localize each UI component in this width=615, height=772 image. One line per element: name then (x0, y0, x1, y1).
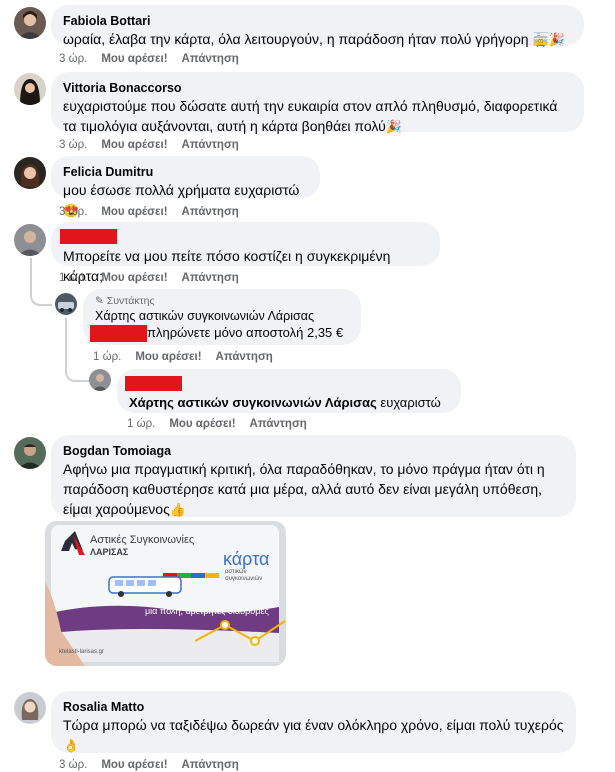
comment-bubble: Μπορείτε να μου πείτε πόσο κοστίζει η συ… (51, 222, 440, 284)
comment-author[interactable]: Rosalia Matto (63, 699, 564, 715)
card-brand: Αστικές Συγκοινωνίες ΛΑΡΙΣΑΣ (90, 534, 194, 558)
thread-connector (65, 318, 89, 382)
comment-emoji: 🚋🎉 (532, 32, 565, 47)
comment-bubble: Vittoria Bonaccorso ευχαριστούμε που δώσ… (51, 72, 584, 134)
reply-button[interactable]: Απάντηση (182, 759, 239, 771)
like-button[interactable]: Μου αρέσει! (135, 351, 201, 363)
like-button[interactable]: Μου αρέσει! (101, 139, 167, 151)
comment-actions: 3 ώρ. Μου αρέσει! Απάντηση (59, 52, 253, 66)
comment-body: ευχαριστούμε που δώσατε αυτή την ευκαιρί… (63, 98, 558, 134)
comment-actions: 3 ώρ. Μου αρέσει! Απάντηση (59, 205, 253, 219)
comment-emoji: 👌 (63, 738, 80, 753)
comment-body: πληρώνετε μόνο αποστολή 2,35 € (147, 325, 344, 340)
redacted-name (125, 376, 182, 391)
card-slogan: μια πόλη, αμέτρητες διαδρομές (145, 606, 269, 616)
comment-text: ευχαριστούμε που δώσατε αυτή την ευκαιρί… (63, 96, 572, 137)
redacted-name (60, 229, 117, 244)
mentioned-page-link[interactable]: Χάρτης αστικών συγκοινωνιών Λάρισας (129, 395, 377, 410)
comment-time[interactable]: 1 ώρ. (59, 272, 87, 284)
comment-time[interactable]: 3 ώρ. (59, 206, 87, 218)
comment-bubble: Χάρτης αστικών συγκοινωνιών Λάρισας ευχα… (117, 369, 461, 413)
card-photo[interactable]: Αστικές Συγκοινωνίες ΛΑΡΙΣΑΣ κάρτα αστικ… (45, 521, 286, 666)
reply-button[interactable]: Απάντηση (216, 351, 273, 363)
comment-time[interactable]: 3 ώρ. (59, 53, 87, 65)
comment-time[interactable]: 1 ώρ. (127, 418, 155, 430)
reply-button[interactable]: Απάντηση (182, 206, 239, 218)
comment-body: Τώρα μπορώ να ταξιδέψω δωρεάν για έναν ο… (63, 717, 564, 733)
card-brand-line2: Συγκοινωνίες (129, 534, 195, 546)
like-button[interactable]: Μου αρέσει! (101, 53, 167, 65)
comment-text: Αφήνω μια πραγματική κριτική, όλα παραδό… (63, 459, 564, 520)
comment-text: πληρώνετε μόνο αποστολή 2,35 € (90, 324, 349, 343)
comment-body: μου έσωσε πολλά χρήματα ευχαριστώ (63, 182, 300, 198)
like-button[interactable]: Μου αρέσει! (169, 418, 235, 430)
comment-author[interactable]: Χάρτης αστικών συγκοινωνιών Λάρισας (95, 308, 349, 324)
avatar[interactable] (55, 293, 77, 315)
comment-body: ευχαριστώ (376, 395, 441, 410)
avatar[interactable] (14, 157, 46, 189)
pencil-icon: ✎ (95, 295, 104, 307)
comment-author[interactable]: Vittoria Bonaccorso (63, 80, 572, 96)
comment-bubble: Rosalia Matto Τώρα μπορώ να ταξιδέψω δωρ… (51, 691, 576, 753)
card-title: κάρτα (223, 549, 270, 569)
avatar[interactable] (14, 7, 46, 39)
reply-button[interactable]: Απάντηση (182, 53, 239, 65)
comment-bubble: Bogdan Tomoiaga Αφήνω μια πραγματική κρι… (51, 435, 576, 517)
redacted-mention (90, 325, 147, 343)
comment-bubble: Fabiola Bottari ωραία, έλαβα την κάρτα, … (51, 5, 584, 47)
comment-bubble: ✎ Συντάκτης Χάρτης αστικών συγκοινωνιών … (83, 289, 361, 345)
card-url: ktelasti-larisas.gr (59, 649, 105, 655)
comment-author[interactable]: Fabiola Bottari (63, 13, 572, 29)
avatar[interactable] (14, 224, 46, 256)
comment-actions: 3 ώρ. Μου αρέσει! Απάντηση (59, 138, 253, 152)
card-subtitle: αστικών συγκοινωνιών (225, 569, 263, 582)
card-city: ΛΑΡΙΣΑΣ (90, 547, 129, 557)
comment-text: ωραία, έλαβα την κάρτα, όλα λειτουργούν,… (63, 29, 572, 50)
like-button[interactable]: Μου αρέσει! (101, 206, 167, 218)
comment-text: Χάρτης αστικών συγκοινωνιών Λάρισας ευχα… (129, 394, 449, 411)
comment-bubble: Felicia Dumitru μου έσωσε πολλά χρήματα … (51, 156, 320, 218)
comment-actions: 3 ώρ. Μου αρέσει! Απάντηση (59, 758, 253, 772)
comment-emoji: 🎉 (385, 119, 402, 134)
comment-time[interactable]: 3 ώρ. (59, 139, 87, 151)
comment-author[interactable]: Bogdan Tomoiaga (63, 443, 564, 459)
comment-actions: 1 ώρ. Μου αρέσει! Απάντηση (93, 350, 287, 364)
like-button[interactable]: Μου αρέσει! (101, 272, 167, 284)
comment-body: Αφήνω μια πραγματική κριτική, όλα παραδό… (63, 461, 545, 517)
avatar[interactable] (14, 692, 46, 724)
thread-line (30, 258, 32, 280)
comment-time[interactable]: 3 ώρ. (59, 759, 87, 771)
comment-author[interactable]: Felicia Dumitru (63, 164, 308, 180)
comment-actions: 1 ώρ. Μου αρέσει! Απάντηση (127, 417, 321, 431)
reply-button[interactable]: Απάντηση (182, 272, 239, 284)
like-button[interactable]: Μου αρέσει! (101, 759, 167, 771)
author-badge-label: Συντάκτης (106, 295, 155, 307)
comment-text: Τώρα μπορώ να ταξιδέψω δωρεάν για έναν ο… (63, 715, 564, 756)
comment-body: ωραία, έλαβα την κάρτα, όλα λειτουργούν,… (63, 31, 529, 47)
thread-connector (30, 278, 52, 306)
avatar[interactable] (89, 369, 111, 391)
card-brand-line1: Αστικές (90, 534, 127, 546)
avatar[interactable] (14, 73, 46, 105)
comment-actions: 1 ώρ. Μου αρέσει! Απάντηση (59, 271, 253, 285)
reply-button[interactable]: Απάντηση (250, 418, 307, 430)
avatar[interactable] (14, 437, 46, 469)
comment-emoji: 👍 (169, 502, 187, 517)
comment-time[interactable]: 1 ώρ. (93, 351, 121, 363)
author-badge: ✎ Συντάκτης (95, 294, 349, 308)
reply-button[interactable]: Απάντηση (182, 139, 239, 151)
